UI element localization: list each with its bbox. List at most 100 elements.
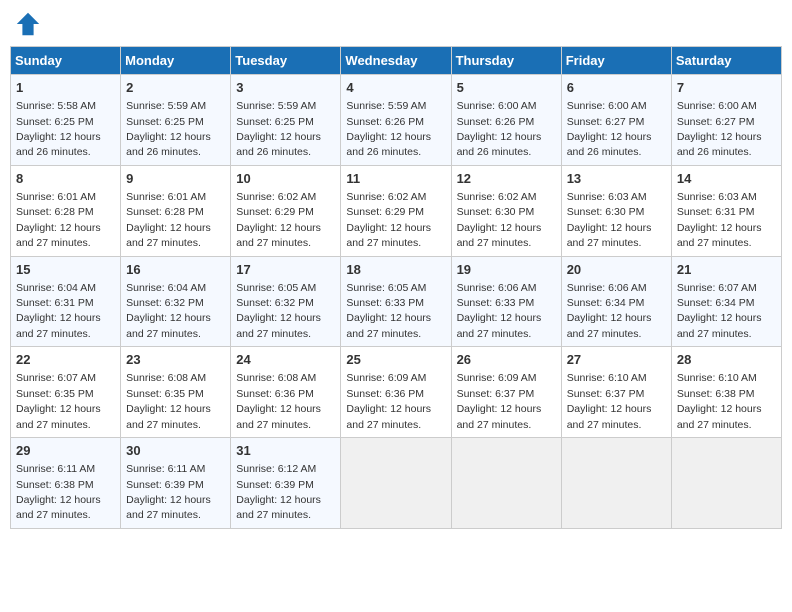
day-number: 9	[126, 170, 225, 188]
calendar-cell: 15 Sunrise: 6:04 AMSunset: 6:31 PMDaylig…	[11, 256, 121, 347]
logo	[14, 10, 46, 38]
day-number: 17	[236, 261, 335, 279]
day-number: 21	[677, 261, 776, 279]
calendar-cell: 10 Sunrise: 6:02 AMSunset: 6:29 PMDaylig…	[231, 165, 341, 256]
calendar-cell: 17 Sunrise: 6:05 AMSunset: 6:32 PMDaylig…	[231, 256, 341, 347]
calendar-cell	[451, 438, 561, 529]
day-number: 15	[16, 261, 115, 279]
day-info: Sunrise: 6:01 AMSunset: 6:28 PMDaylight:…	[16, 191, 101, 249]
calendar-cell: 4 Sunrise: 5:59 AMSunset: 6:26 PMDayligh…	[341, 75, 451, 166]
calendar-cell: 31 Sunrise: 6:12 AMSunset: 6:39 PMDaylig…	[231, 438, 341, 529]
day-info: Sunrise: 6:09 AMSunset: 6:36 PMDaylight:…	[346, 372, 431, 430]
day-number: 11	[346, 170, 445, 188]
calendar-cell: 11 Sunrise: 6:02 AMSunset: 6:29 PMDaylig…	[341, 165, 451, 256]
day-info: Sunrise: 6:10 AMSunset: 6:38 PMDaylight:…	[677, 372, 762, 430]
day-number: 22	[16, 351, 115, 369]
day-info: Sunrise: 6:07 AMSunset: 6:35 PMDaylight:…	[16, 372, 101, 430]
day-number: 8	[16, 170, 115, 188]
day-info: Sunrise: 6:11 AMSunset: 6:39 PMDaylight:…	[126, 463, 211, 521]
day-info: Sunrise: 6:12 AMSunset: 6:39 PMDaylight:…	[236, 463, 321, 521]
day-number: 31	[236, 442, 335, 460]
day-number: 23	[126, 351, 225, 369]
day-number: 1	[16, 79, 115, 97]
calendar-week-5: 29 Sunrise: 6:11 AMSunset: 6:38 PMDaylig…	[11, 438, 782, 529]
day-number: 27	[567, 351, 666, 369]
calendar-cell: 22 Sunrise: 6:07 AMSunset: 6:35 PMDaylig…	[11, 347, 121, 438]
calendar-week-3: 15 Sunrise: 6:04 AMSunset: 6:31 PMDaylig…	[11, 256, 782, 347]
day-info: Sunrise: 6:00 AMSunset: 6:26 PMDaylight:…	[457, 100, 542, 158]
day-number: 18	[346, 261, 445, 279]
calendar-cell: 27 Sunrise: 6:10 AMSunset: 6:37 PMDaylig…	[561, 347, 671, 438]
weekday-header-wednesday: Wednesday	[341, 47, 451, 75]
calendar-week-4: 22 Sunrise: 6:07 AMSunset: 6:35 PMDaylig…	[11, 347, 782, 438]
day-info: Sunrise: 6:08 AMSunset: 6:35 PMDaylight:…	[126, 372, 211, 430]
calendar-table: SundayMondayTuesdayWednesdayThursdayFrid…	[10, 46, 782, 529]
calendar-cell: 28 Sunrise: 6:10 AMSunset: 6:38 PMDaylig…	[671, 347, 781, 438]
calendar-cell: 23 Sunrise: 6:08 AMSunset: 6:35 PMDaylig…	[121, 347, 231, 438]
day-info: Sunrise: 6:01 AMSunset: 6:28 PMDaylight:…	[126, 191, 211, 249]
calendar-week-1: 1 Sunrise: 5:58 AMSunset: 6:25 PMDayligh…	[11, 75, 782, 166]
weekday-header-tuesday: Tuesday	[231, 47, 341, 75]
weekday-header-monday: Monday	[121, 47, 231, 75]
day-number: 30	[126, 442, 225, 460]
day-number: 10	[236, 170, 335, 188]
calendar-week-2: 8 Sunrise: 6:01 AMSunset: 6:28 PMDayligh…	[11, 165, 782, 256]
calendar-cell	[341, 438, 451, 529]
day-info: Sunrise: 6:00 AMSunset: 6:27 PMDaylight:…	[677, 100, 762, 158]
day-number: 28	[677, 351, 776, 369]
day-info: Sunrise: 5:59 AMSunset: 6:26 PMDaylight:…	[346, 100, 431, 158]
day-info: Sunrise: 6:00 AMSunset: 6:27 PMDaylight:…	[567, 100, 652, 158]
calendar-cell: 5 Sunrise: 6:00 AMSunset: 6:26 PMDayligh…	[451, 75, 561, 166]
day-info: Sunrise: 6:06 AMSunset: 6:34 PMDaylight:…	[567, 282, 652, 340]
day-info: Sunrise: 6:07 AMSunset: 6:34 PMDaylight:…	[677, 282, 762, 340]
calendar-cell: 19 Sunrise: 6:06 AMSunset: 6:33 PMDaylig…	[451, 256, 561, 347]
day-info: Sunrise: 6:09 AMSunset: 6:37 PMDaylight:…	[457, 372, 542, 430]
day-number: 7	[677, 79, 776, 97]
calendar-cell: 21 Sunrise: 6:07 AMSunset: 6:34 PMDaylig…	[671, 256, 781, 347]
day-number: 6	[567, 79, 666, 97]
day-info: Sunrise: 6:05 AMSunset: 6:32 PMDaylight:…	[236, 282, 321, 340]
logo-icon	[14, 10, 42, 38]
day-info: Sunrise: 6:06 AMSunset: 6:33 PMDaylight:…	[457, 282, 542, 340]
day-number: 12	[457, 170, 556, 188]
calendar-cell: 14 Sunrise: 6:03 AMSunset: 6:31 PMDaylig…	[671, 165, 781, 256]
calendar-cell: 25 Sunrise: 6:09 AMSunset: 6:36 PMDaylig…	[341, 347, 451, 438]
page-header	[10, 10, 782, 38]
day-info: Sunrise: 5:59 AMSunset: 6:25 PMDaylight:…	[236, 100, 321, 158]
day-number: 16	[126, 261, 225, 279]
weekday-header-thursday: Thursday	[451, 47, 561, 75]
day-number: 24	[236, 351, 335, 369]
calendar-cell: 20 Sunrise: 6:06 AMSunset: 6:34 PMDaylig…	[561, 256, 671, 347]
day-number: 13	[567, 170, 666, 188]
day-number: 4	[346, 79, 445, 97]
calendar-header-row: SundayMondayTuesdayWednesdayThursdayFrid…	[11, 47, 782, 75]
calendar-cell: 7 Sunrise: 6:00 AMSunset: 6:27 PMDayligh…	[671, 75, 781, 166]
day-number: 26	[457, 351, 556, 369]
day-info: Sunrise: 6:04 AMSunset: 6:31 PMDaylight:…	[16, 282, 101, 340]
weekday-header-saturday: Saturday	[671, 47, 781, 75]
calendar-cell: 8 Sunrise: 6:01 AMSunset: 6:28 PMDayligh…	[11, 165, 121, 256]
calendar-cell	[561, 438, 671, 529]
day-info: Sunrise: 5:59 AMSunset: 6:25 PMDaylight:…	[126, 100, 211, 158]
day-number: 29	[16, 442, 115, 460]
day-info: Sunrise: 6:02 AMSunset: 6:30 PMDaylight:…	[457, 191, 542, 249]
calendar-cell: 12 Sunrise: 6:02 AMSunset: 6:30 PMDaylig…	[451, 165, 561, 256]
calendar-cell: 18 Sunrise: 6:05 AMSunset: 6:33 PMDaylig…	[341, 256, 451, 347]
day-info: Sunrise: 5:58 AMSunset: 6:25 PMDaylight:…	[16, 100, 101, 158]
day-info: Sunrise: 6:02 AMSunset: 6:29 PMDaylight:…	[346, 191, 431, 249]
day-info: Sunrise: 6:03 AMSunset: 6:30 PMDaylight:…	[567, 191, 652, 249]
day-number: 2	[126, 79, 225, 97]
day-info: Sunrise: 6:10 AMSunset: 6:37 PMDaylight:…	[567, 372, 652, 430]
day-number: 5	[457, 79, 556, 97]
calendar-cell: 24 Sunrise: 6:08 AMSunset: 6:36 PMDaylig…	[231, 347, 341, 438]
day-number: 19	[457, 261, 556, 279]
weekday-header-sunday: Sunday	[11, 47, 121, 75]
calendar-cell: 26 Sunrise: 6:09 AMSunset: 6:37 PMDaylig…	[451, 347, 561, 438]
calendar-cell: 3 Sunrise: 5:59 AMSunset: 6:25 PMDayligh…	[231, 75, 341, 166]
day-info: Sunrise: 6:08 AMSunset: 6:36 PMDaylight:…	[236, 372, 321, 430]
day-info: Sunrise: 6:05 AMSunset: 6:33 PMDaylight:…	[346, 282, 431, 340]
day-info: Sunrise: 6:02 AMSunset: 6:29 PMDaylight:…	[236, 191, 321, 249]
day-number: 20	[567, 261, 666, 279]
day-number: 14	[677, 170, 776, 188]
calendar-cell: 30 Sunrise: 6:11 AMSunset: 6:39 PMDaylig…	[121, 438, 231, 529]
